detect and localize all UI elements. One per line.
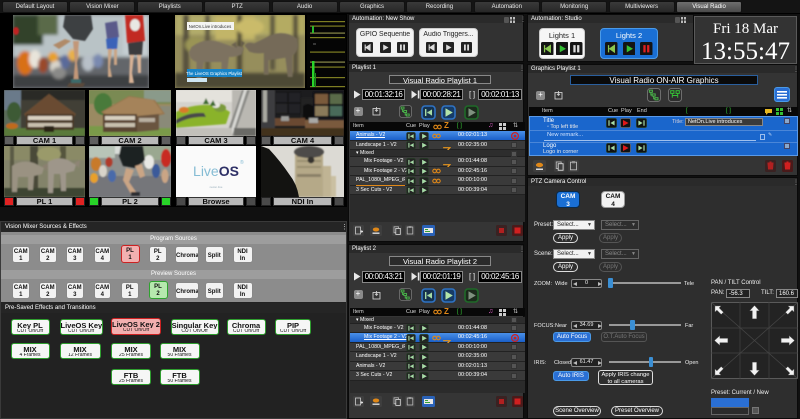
- svg-text:neton.live: neton.live: [210, 185, 223, 189]
- svg-text:LiveOS: LiveOS: [193, 163, 239, 179]
- svg-text:The LiveOS Graphics Playlist: The LiveOS Graphics Playlist: [186, 71, 243, 76]
- svg-text:®: ®: [240, 159, 244, 166]
- svg-text:NetOn.Live introduces: NetOn.Live introduces: [189, 24, 232, 29]
